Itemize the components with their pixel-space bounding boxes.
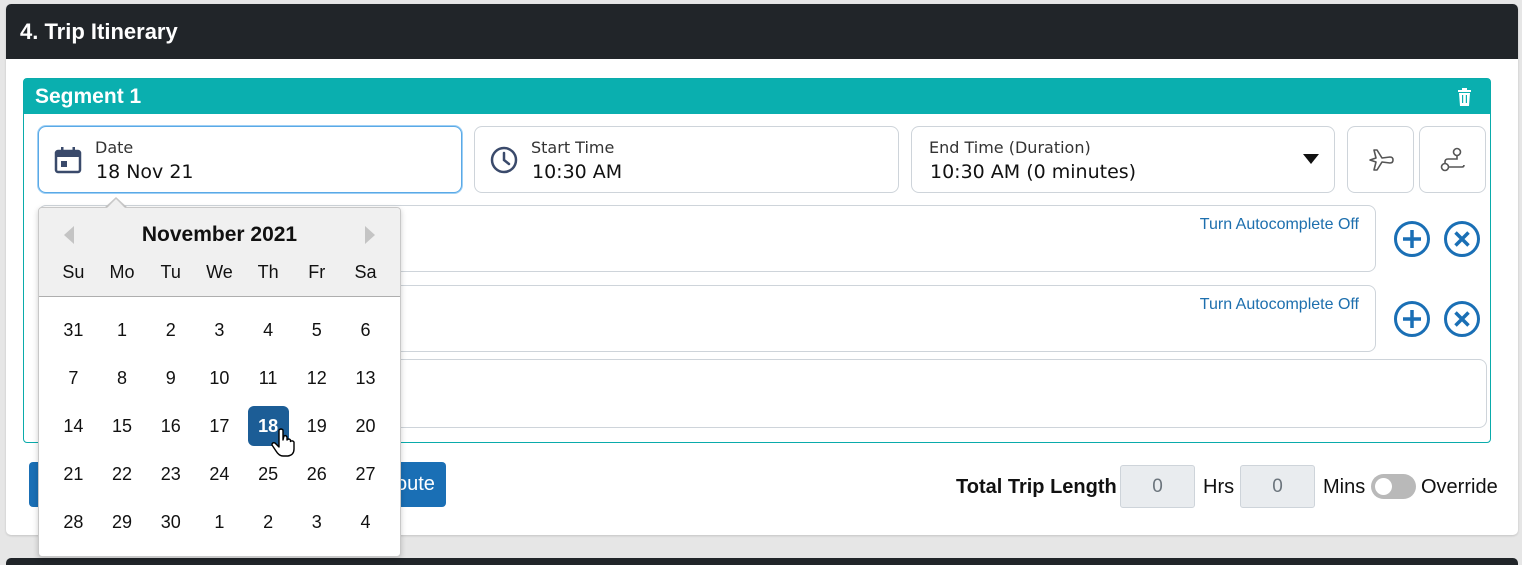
start-time-field[interactable]: Start Time 10:30 AM — [474, 126, 899, 193]
calendar-day[interactable]: 17 — [195, 406, 244, 446]
datepicker-month-title: November 2021 — [141, 223, 298, 246]
add-stop-icon[interactable] — [1393, 220, 1431, 258]
datepicker: November 2021 Su Mo Tu We Th Fr Sa 31 1 2 3… — [38, 207, 401, 557]
calendar-day[interactable]: 1 — [195, 502, 244, 542]
start-time-value: 10:30 AM — [532, 161, 623, 183]
route-button-label: oute — [396, 473, 435, 495]
datepicker-days: 31 1 2 3 4 5 6 7 8 9 10 11 12 13 14 15 16 17 18 19 20 21 22 23 2… — [49, 310, 390, 550]
calendar-day[interactable]: 4 — [244, 310, 293, 350]
remove-stop-icon[interactable] — [1443, 220, 1481, 258]
segment-title: Segment 1 — [35, 85, 142, 108]
notes-field[interactable] — [323, 359, 1487, 428]
override-label: Override — [1421, 476, 1498, 498]
calendar-day[interactable]: 12 — [292, 358, 341, 398]
autocomplete-toggle-link[interactable]: Turn Autocomplete Off — [1200, 296, 1359, 314]
calendar-day[interactable]: 28 — [49, 502, 98, 542]
date-value: 18 Nov 21 — [96, 161, 194, 183]
calendar-day[interactable]: 8 — [98, 358, 147, 398]
calendar-day[interactable]: 3 — [292, 502, 341, 542]
toggle-knob — [1375, 478, 1392, 495]
calendar-day[interactable]: 14 — [49, 406, 98, 446]
calendar-day[interactable]: 16 — [146, 406, 195, 446]
segment-header: Segment 1 — [24, 79, 1490, 114]
weekday-label: Th — [257, 262, 279, 282]
calendar-day[interactable]: 7 — [49, 358, 98, 398]
calendar-week-row: 31 1 2 3 4 5 6 — [49, 310, 390, 358]
datepicker-header: November 2021 Su Mo Tu We Th Fr Sa — [39, 208, 400, 297]
calendar-day[interactable]: 25 — [244, 454, 293, 494]
end-time-value: 10:30 AM (0 minutes) — [930, 161, 1137, 183]
section-title: 4. Trip Itinerary — [6, 4, 1518, 59]
hand-cursor-icon — [271, 428, 295, 457]
next-month-icon[interactable] — [365, 226, 375, 244]
date-label: Date — [95, 138, 134, 157]
calendar-day[interactable]: 13 — [341, 358, 390, 398]
date-field[interactable]: Date 18 Nov 21 — [38, 126, 462, 193]
calendar-day[interactable]: 24 — [195, 454, 244, 494]
calendar-week-row: 14 15 16 17 18 19 20 — [49, 406, 390, 454]
autocomplete-toggle-link[interactable]: Turn Autocomplete Off — [1200, 216, 1359, 234]
hours-unit: Hrs — [1203, 476, 1235, 498]
calendar-day[interactable]: 9 — [146, 358, 195, 398]
minutes-unit: Mins — [1323, 476, 1366, 498]
total-trip-length-label: Total Trip Length — [956, 476, 1117, 498]
route-icon — [1440, 147, 1465, 171]
calendar-day[interactable]: 2 — [244, 502, 293, 542]
datepicker-caret-inner — [106, 199, 126, 209]
calendar-day[interactable]: 23 — [146, 454, 195, 494]
calendar-day[interactable]: 22 — [98, 454, 147, 494]
weekday-label: Fr — [308, 262, 326, 282]
calendar-icon — [54, 147, 82, 174]
calendar-day[interactable]: 3 — [195, 310, 244, 350]
calendar-day[interactable]: 29 — [98, 502, 147, 542]
calendar-week-row: 28 29 30 1 2 3 4 — [49, 502, 390, 550]
weekday-label: We — [206, 262, 233, 282]
next-section-header — [6, 558, 1518, 565]
airplane-icon — [1368, 148, 1394, 171]
minutes-input[interactable]: 0 — [1240, 465, 1315, 508]
calendar-day[interactable]: 30 — [146, 502, 195, 542]
clock-icon — [490, 146, 518, 174]
calendar-day[interactable]: 20 — [341, 406, 390, 446]
calendar-day[interactable]: 6 — [341, 310, 390, 350]
calendar-day[interactable]: 2 — [146, 310, 195, 350]
weekday-label: Su — [62, 262, 85, 282]
calendar-week-row: 7 8 9 10 11 12 13 — [49, 358, 390, 406]
flight-button[interactable] — [1347, 126, 1414, 193]
calendar-week-row: 21 22 23 24 25 26 27 — [49, 454, 390, 502]
weekday-label: Tu — [160, 262, 181, 282]
end-time-label: End Time (Duration) — [929, 138, 1091, 157]
calendar-day[interactable]: 1 — [98, 310, 147, 350]
add-stop-icon[interactable] — [1393, 300, 1431, 338]
calendar-day[interactable]: 11 — [244, 358, 293, 398]
weekday-label: Sa — [354, 262, 377, 282]
remove-stop-icon[interactable] — [1443, 300, 1481, 338]
calendar-day[interactable]: 31 — [49, 310, 98, 350]
override-toggle[interactable] — [1371, 474, 1416, 499]
weekday-label: Mo — [109, 262, 135, 282]
calendar-day[interactable]: 4 — [341, 502, 390, 542]
calendar-day[interactable]: 5 — [292, 310, 341, 350]
start-time-label: Start Time — [531, 138, 615, 157]
calendar-day[interactable]: 19 — [292, 406, 341, 446]
calendar-day[interactable]: 15 — [98, 406, 147, 446]
trash-icon[interactable] — [1457, 88, 1472, 106]
calendar-day[interactable]: 10 — [195, 358, 244, 398]
weekday-row: Su Mo Tu We Th Fr Sa — [49, 262, 390, 283]
hours-input[interactable]: 0 — [1120, 465, 1195, 508]
caret-down-icon — [1303, 154, 1319, 164]
calendar-day[interactable]: 27 — [341, 454, 390, 494]
route-button-icon[interactable] — [1419, 126, 1486, 193]
calendar-day[interactable]: 21 — [49, 454, 98, 494]
end-time-select[interactable]: End Time (Duration) 10:30 AM (0 minutes) — [911, 126, 1335, 193]
calendar-day[interactable]: 26 — [292, 454, 341, 494]
